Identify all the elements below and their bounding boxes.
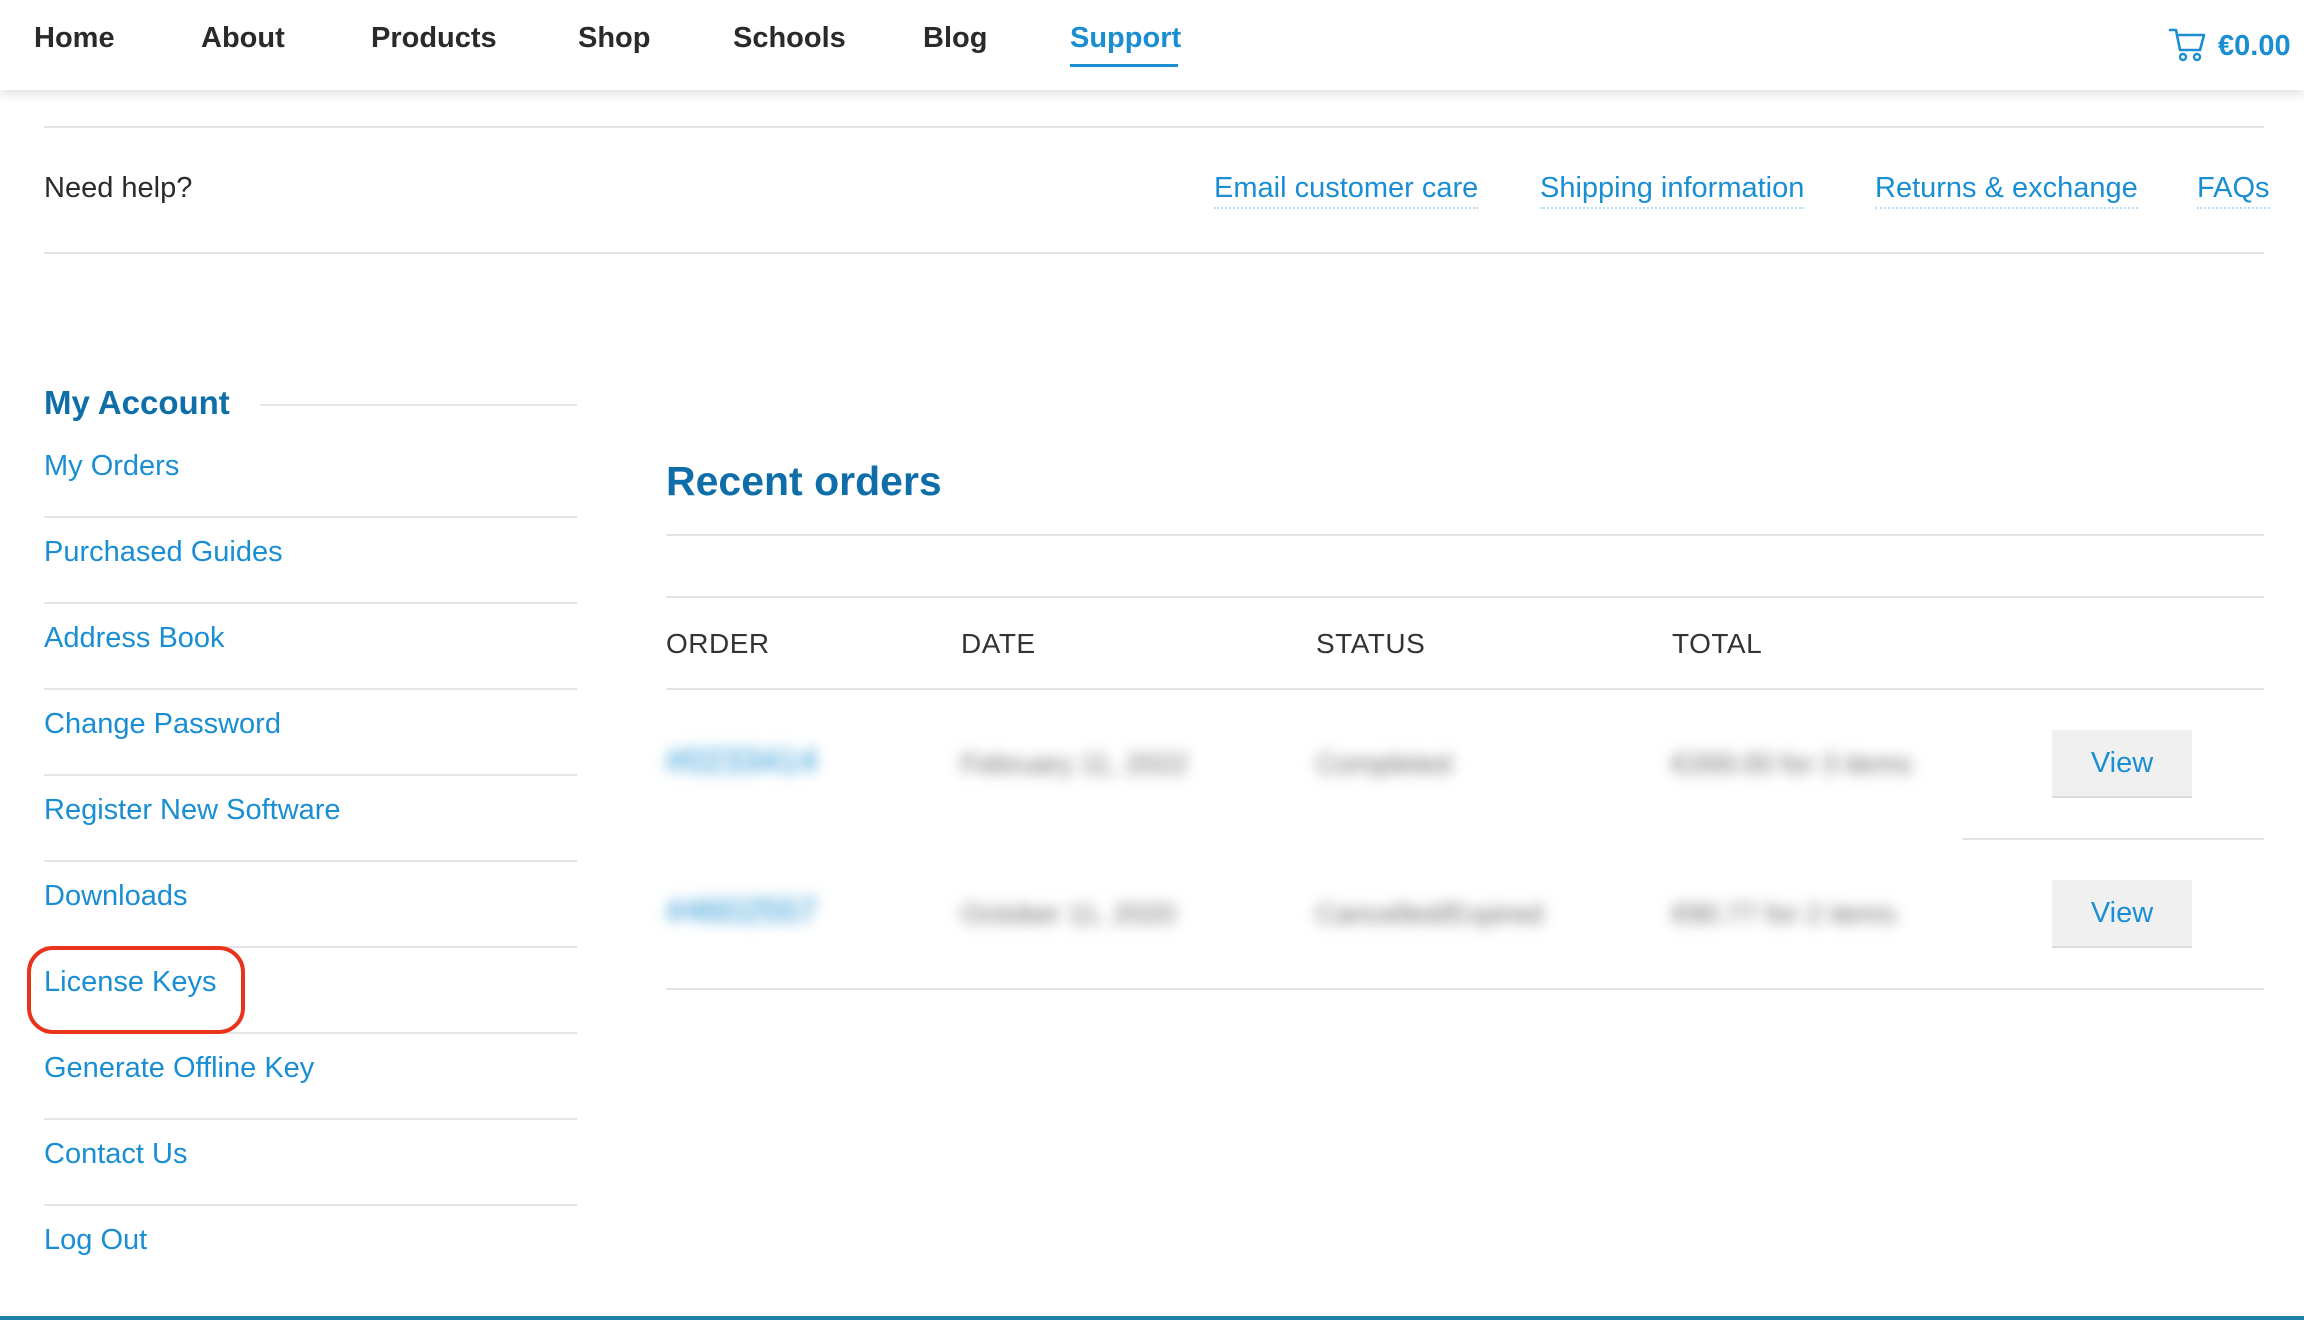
sidebar-item-label: License Keys xyxy=(44,966,217,998)
column-header-date: DATE xyxy=(961,628,1036,659)
sidebar-item-license-keys[interactable]: License Keys xyxy=(44,948,577,1034)
sidebar-item-label: Generate Offline Key xyxy=(44,1052,315,1084)
sidebar-item-label: Register New Software xyxy=(44,794,341,826)
help-bottom-divider xyxy=(44,252,2264,254)
column-header-status: STATUS xyxy=(1316,628,1426,659)
sidebar-item-label: My Orders xyxy=(44,450,180,482)
order-date: February 11, 2022 xyxy=(961,748,1188,779)
sidebar-item-label: Address Book xyxy=(44,622,225,654)
returns-exchange-link[interactable]: Returns & exchange xyxy=(1875,172,2138,209)
order-number-link[interactable]: #0233414 xyxy=(666,742,817,781)
shopping-cart-icon xyxy=(2168,26,2206,67)
shipping-information-link[interactable]: Shipping information xyxy=(1540,172,1805,209)
sidebar-item-generate-offline-key[interactable]: Generate Offline Key xyxy=(44,1034,577,1120)
my-account-heading: My Account xyxy=(44,384,230,421)
table-top-divider xyxy=(666,596,2264,598)
column-header-order: ORDER xyxy=(666,628,770,659)
footer-edge xyxy=(0,1316,2304,1320)
sidebar-item-label: Downloads xyxy=(44,880,188,912)
email-customer-care-link[interactable]: Email customer care xyxy=(1214,172,1479,209)
sidebar-item-label: Change Password xyxy=(44,708,281,740)
order-total: €269.00 for 3 items xyxy=(1672,748,1912,779)
column-header-total: TOTAL xyxy=(1672,628,1763,659)
sidebar-item-purchased-guides[interactable]: Purchased Guides xyxy=(44,518,577,604)
sidebar-item-change-password[interactable]: Change Password xyxy=(44,690,577,776)
heading-divider xyxy=(260,404,577,406)
order-date: October 11, 2020 xyxy=(961,898,1176,929)
order-status: Cancelled/Expired xyxy=(1316,898,1544,929)
title-divider xyxy=(666,534,2264,536)
sidebar-item-my-orders[interactable]: My Orders xyxy=(44,432,577,518)
sidebar-item-contact-us[interactable]: Contact Us xyxy=(44,1120,577,1206)
active-nav-indicator xyxy=(1070,64,1178,67)
help-top-divider xyxy=(44,126,2264,128)
header-divider xyxy=(666,688,2264,690)
sidebar-item-downloads[interactable]: Downloads xyxy=(44,862,577,948)
nav-blog[interactable]: Blog xyxy=(923,22,987,55)
sidebar-item-log-out[interactable]: Log Out xyxy=(44,1206,577,1292)
nav-schools[interactable]: Schools xyxy=(733,22,846,55)
sidebar-item-label: Purchased Guides xyxy=(44,536,283,568)
nav-support[interactable]: Support xyxy=(1070,22,1181,55)
table-bottom-divider xyxy=(666,988,2264,990)
nav-shop[interactable]: Shop xyxy=(578,22,651,55)
row-divider xyxy=(1962,838,2264,840)
view-order-button[interactable]: View xyxy=(2052,880,2192,948)
need-help-label: Need help? xyxy=(44,172,193,204)
nav-products[interactable]: Products xyxy=(371,22,497,55)
sidebar-item-address-book[interactable]: Address Book xyxy=(44,604,577,690)
cart-total: €0.00 xyxy=(2218,30,2291,62)
nav-about[interactable]: About xyxy=(201,22,285,55)
sidebar-item-label: Contact Us xyxy=(44,1138,188,1170)
recent-orders-title: Recent orders xyxy=(666,458,942,504)
order-total: €90.77 for 2 items xyxy=(1672,898,1897,929)
order-number-link[interactable]: #4602557 xyxy=(666,892,817,931)
sidebar-item-register-new-software[interactable]: Register New Software xyxy=(44,776,577,862)
view-order-button[interactable]: View xyxy=(2052,730,2192,798)
order-status: Completed xyxy=(1316,748,1452,779)
top-navigation: Home About Products Shop Schools Blog Su… xyxy=(0,0,2304,90)
sidebar-item-label: Log Out xyxy=(44,1224,148,1256)
faqs-link[interactable]: FAQs xyxy=(2197,172,2270,209)
cart-button[interactable]: €0.00 xyxy=(2168,26,2291,67)
nav-home[interactable]: Home xyxy=(34,22,115,55)
